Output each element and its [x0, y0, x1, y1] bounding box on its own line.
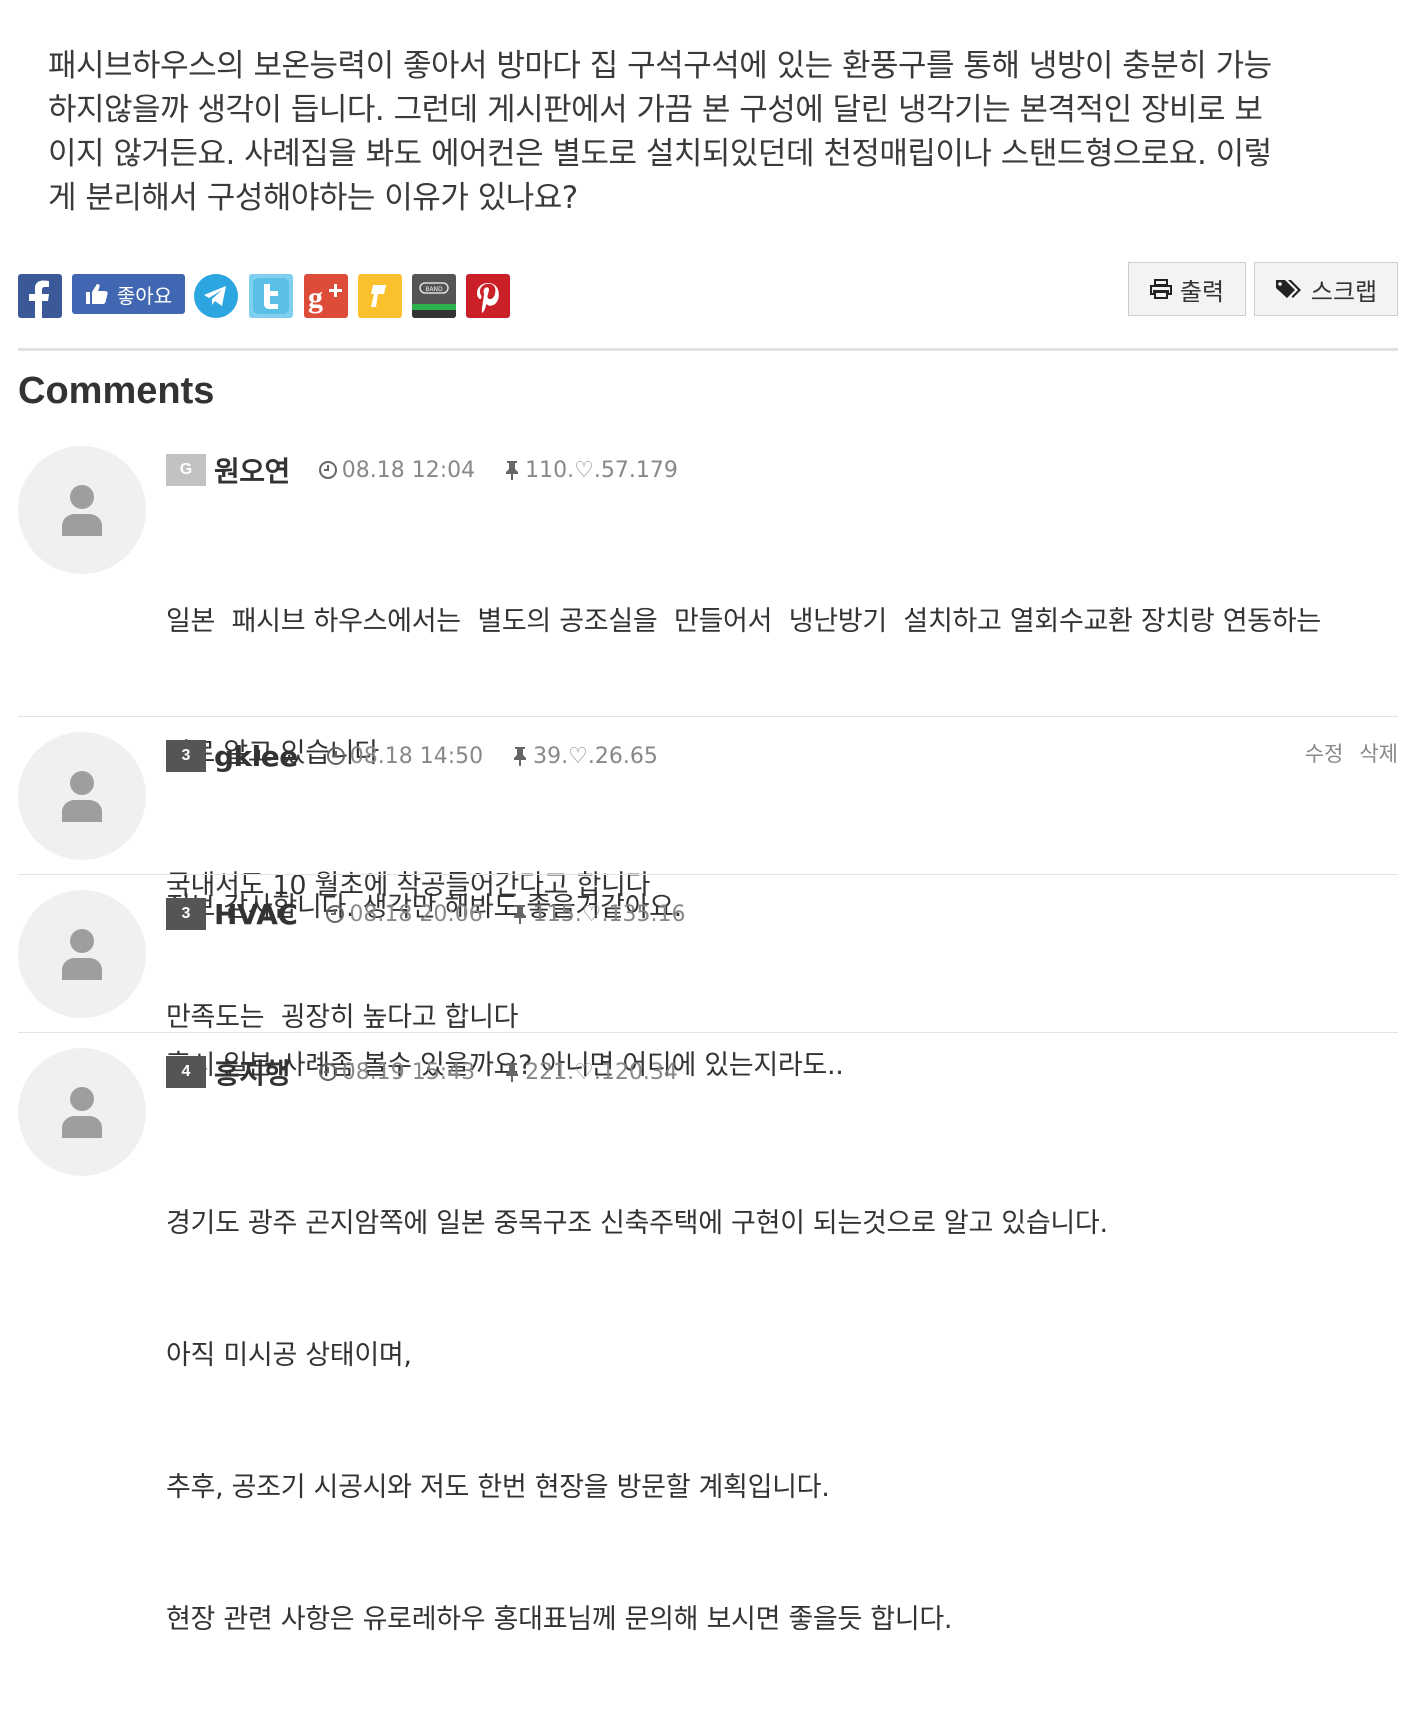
post-line: 게 분리해서 구성해야하는 이유가 있나요? [48, 180, 578, 216]
print-icon [1149, 279, 1172, 299]
thumbtack-icon [513, 905, 526, 924]
comment-line: 경기도 광주 곤지암쪽에 일본 중목구조 신축주택에 구현이 되는것으로 알고 … [166, 1208, 1108, 1239]
comment-date: 08.18 14:50 [326, 744, 483, 769]
avatar[interactable] [18, 1048, 146, 1176]
level-badge: 3 [166, 740, 206, 772]
svg-text:BAND: BAND [425, 286, 443, 293]
comment-author[interactable]: HVAC [214, 898, 298, 931]
comment-date: 08.18 20:06 [325, 902, 483, 927]
thumbs-up-icon [85, 284, 108, 304]
thumbtack-icon [506, 461, 519, 480]
print-label: 출력 [1179, 277, 1225, 306]
comment-ip: 115.♡.135.16 [511, 902, 685, 927]
comment-line: 추후, 공조기 시공시와 저도 한번 현장을 방문할 계획입니다. [166, 1472, 830, 1503]
comment-date: 08.18 12:04 [318, 458, 475, 483]
band-icon[interactable]: BAND [412, 274, 456, 318]
pinterest-icon[interactable] [466, 274, 510, 318]
comment-line: 일본 패시브 하우스에서는 별도의 공조실을 만들어서 냉난방기 설치하고 열회… [166, 606, 1321, 637]
comment-header: G 원오연 08.18 12:04 110.♡.57.179 [166, 452, 706, 488]
delete-link[interactable]: 삭제 [1359, 738, 1398, 768]
comment-actions: 수정 삭제 [1305, 738, 1398, 768]
level-badge: 4 [166, 1056, 206, 1088]
facebook-icon[interactable] [18, 274, 62, 318]
comment-divider [18, 874, 1398, 875]
comments-heading: Comments [18, 370, 215, 412]
like-label: 좋아요 [116, 283, 173, 308]
level-badge: G [166, 454, 206, 486]
telegram-icon[interactable] [194, 274, 238, 318]
print-button[interactable]: 출력 [1128, 262, 1246, 316]
level-badge: 3 [166, 898, 206, 930]
comment-ip: 221.♡.120.34 [503, 1060, 678, 1085]
clock-icon [318, 461, 337, 479]
comment-body: 경기도 광주 곤지암쪽에 일본 중목구조 신축주택에 구현이 되는것으로 알고 … [166, 1114, 1398, 1730]
avatar[interactable] [18, 890, 146, 1018]
clock-icon [326, 905, 345, 923]
svg-text:g: g [308, 281, 323, 314]
post-line: 하지않을까 생각이 듭니다. 그런데 게시판에서 가끔 본 구성에 달린 냉각기… [48, 92, 1263, 128]
post-line: 패시브하우스의 보온능력이 좋아서 방마다 집 구석구석에 있는 환풍구를 통해… [48, 48, 1272, 84]
twitter-icon[interactable] [249, 274, 293, 318]
section-divider [18, 348, 1398, 351]
post-content: 패시브하우스의 보온능력이 좋아서 방마다 집 구석구석에 있는 환풍구를 통해… [48, 44, 1368, 220]
clock-icon [318, 1063, 337, 1081]
google-plus-icon[interactable]: g [304, 274, 348, 318]
comment-ip: 39.♡.26.65 [511, 744, 658, 769]
scrap-label: 스크랩 [1310, 277, 1378, 306]
comment-line: 현장 관련 사항은 유로레하우 홍대표님께 문의해 보시면 좋을듯 합니다. [166, 1604, 953, 1635]
avatar[interactable] [18, 446, 146, 574]
comment-line: 아직 미시공 상태이며, [166, 1340, 412, 1371]
scrap-button[interactable]: 스크랩 [1254, 262, 1398, 316]
facebook-like-button[interactable]: 좋아요 [72, 274, 185, 314]
comment-divider [18, 716, 1398, 717]
comment-ip: 110.♡.57.179 [503, 458, 678, 483]
user-icon [62, 485, 102, 536]
comment-author[interactable]: gklee [214, 740, 298, 773]
user-icon [62, 771, 102, 822]
comment-date: 08.19 15:43 [318, 1060, 475, 1085]
user-icon [62, 1087, 102, 1138]
comment-header: 4 홍지행 08.19 15:43 221.♡.120.34 [166, 1054, 706, 1090]
comment-header: 3 gklee 08.18 14:50 39.♡.26.65 [166, 738, 686, 774]
edit-link[interactable]: 수정 [1305, 738, 1344, 768]
comment-author[interactable]: 원오연 [214, 450, 290, 490]
user-icon [62, 929, 102, 980]
clock-icon [326, 747, 345, 765]
thumbtack-icon [514, 747, 527, 766]
kakaostory-icon[interactable] [358, 274, 402, 318]
comment-header: 3 HVAC 08.18 20:06 115.♡.135.16 [166, 896, 713, 932]
tags-icon [1275, 280, 1301, 298]
thumbtack-icon [506, 1063, 519, 1082]
comment-divider [18, 1032, 1398, 1033]
avatar[interactable] [18, 732, 146, 860]
comment-author[interactable]: 홍지행 [214, 1052, 290, 1092]
post-line: 이지 않거든요. 사례집을 봐도 에어컨은 별도로 설치되있던데 천정매립이나 … [48, 136, 1272, 172]
